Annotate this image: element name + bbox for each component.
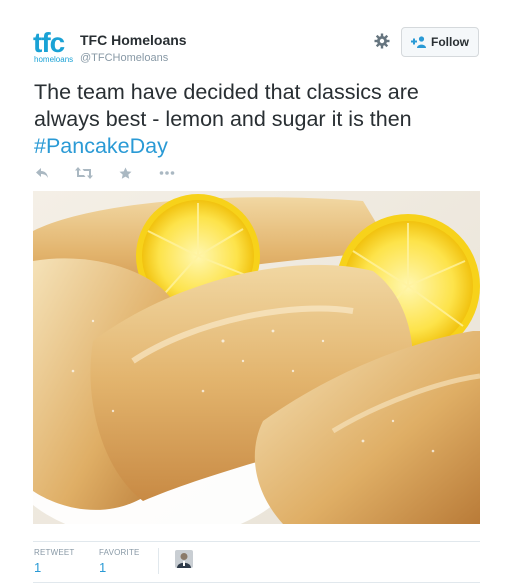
avatar[interactable] [175, 550, 193, 568]
retweet-stat-label: RETWEET [34, 548, 75, 557]
favorite-stat-label: FAVORITE [99, 548, 140, 557]
stats-divider-bottom [33, 582, 480, 583]
pancake-photo-illustration [33, 191, 480, 524]
author-logo[interactable]: tfc homeloans [33, 27, 74, 64]
tweet-card: tfc homeloans TFC Homeloans @TFCHomeloan… [0, 0, 513, 588]
favorite-stat-count[interactable]: 1 [99, 560, 106, 575]
follow-button[interactable]: Follow [401, 27, 479, 57]
gear-icon[interactable] [374, 33, 390, 49]
logo-subtext: homeloans [34, 55, 74, 64]
author-screen-name[interactable]: @TFCHomeloans [80, 52, 168, 64]
favorite-icon[interactable] [119, 167, 132, 181]
stats-divider-top [33, 541, 480, 542]
tweet-body: The team have decided that classics are … [34, 80, 419, 131]
more-icon[interactable] [159, 167, 175, 181]
reply-icon[interactable] [35, 167, 49, 181]
retweet-stat-count[interactable]: 1 [34, 560, 41, 575]
stats-separator [158, 548, 159, 574]
author-fullname[interactable]: TFC Homeloans [80, 32, 187, 48]
tweet-photo[interactable] [33, 191, 480, 524]
tweet-text: The team have decided that classics are … [34, 79, 484, 160]
follow-button-label: Follow [431, 35, 469, 49]
hashtag-link[interactable]: #PancakeDay [34, 134, 168, 158]
follow-user-icon [411, 36, 427, 48]
retweet-icon[interactable] [75, 167, 93, 181]
logo-text: tfc [33, 27, 65, 58]
